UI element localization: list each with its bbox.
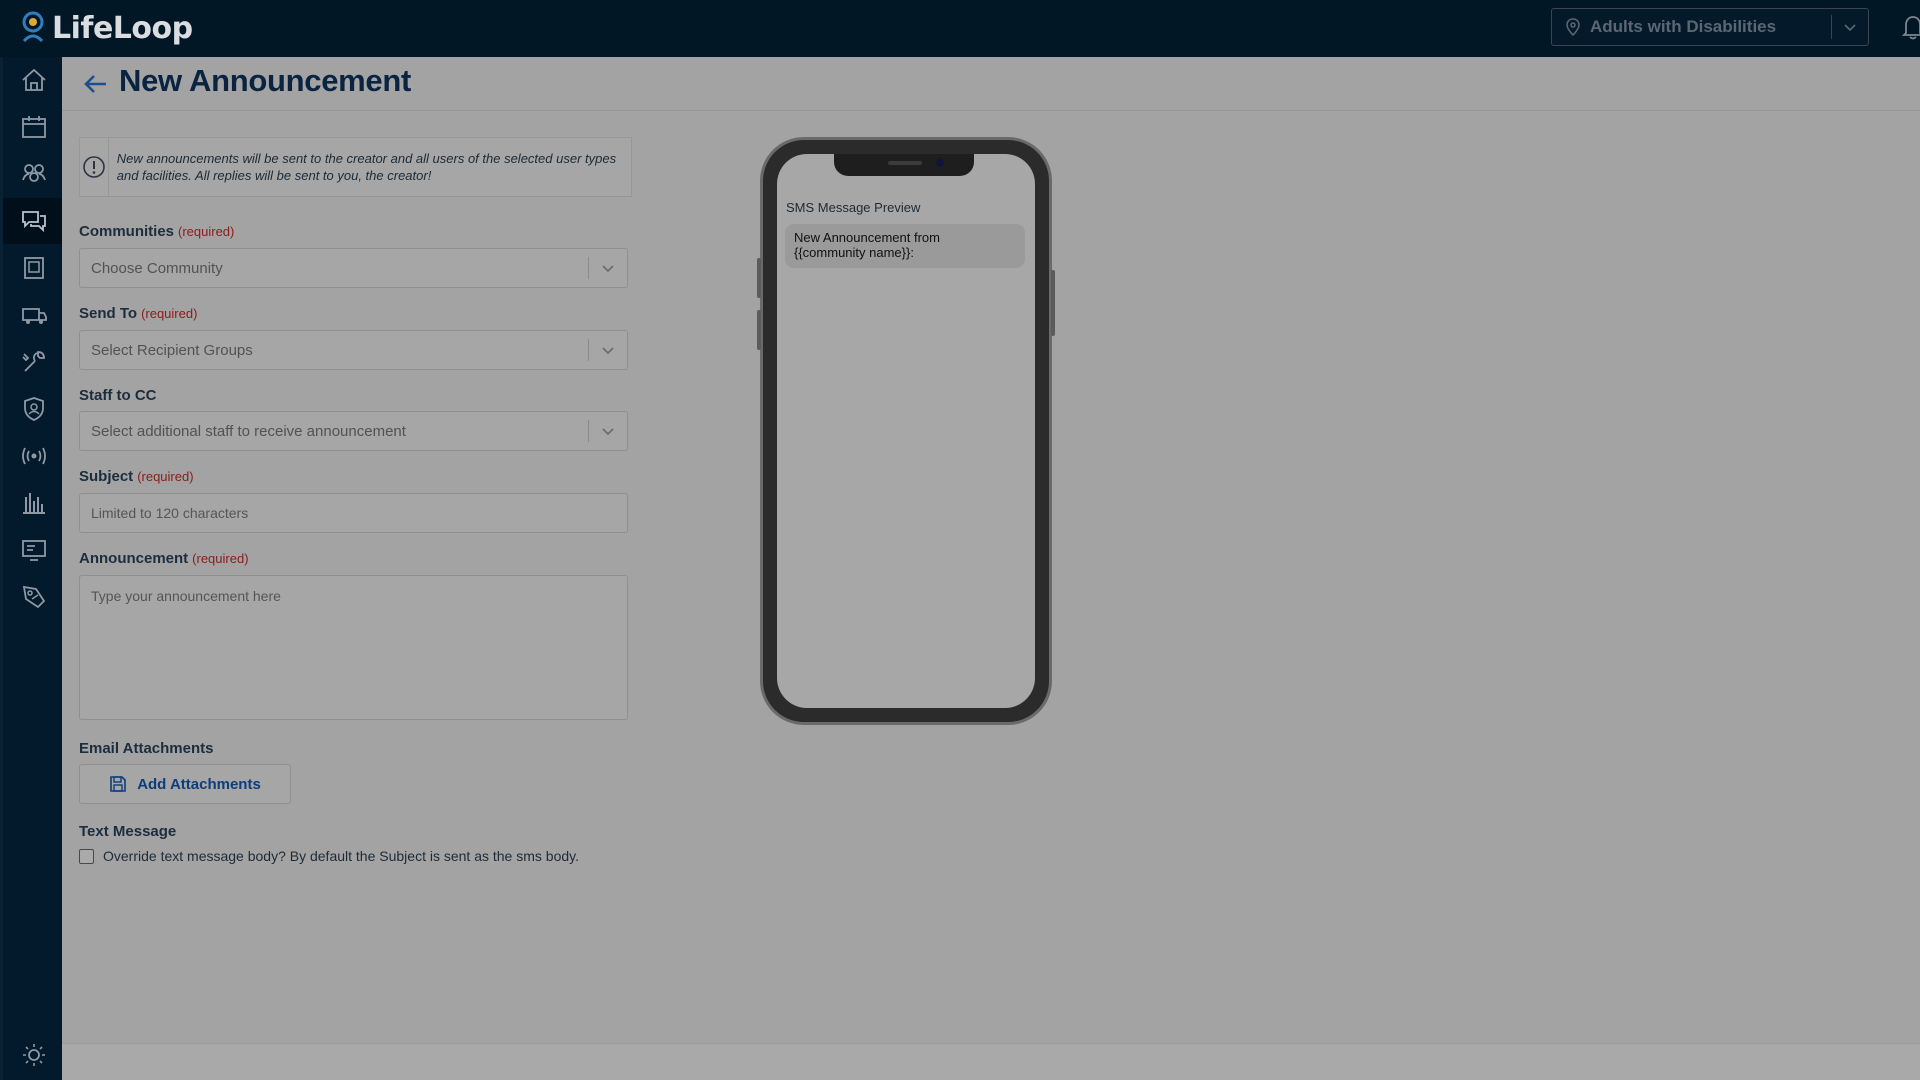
send-to-select[interactable]: Select Recipient Groups <box>79 330 628 370</box>
sidebar-item-marketing[interactable] <box>3 574 65 620</box>
info-notice-text: New announcements will be sent to the cr… <box>116 151 617 183</box>
staff-cc-label: Staff to CC <box>79 387 157 404</box>
sidebar-item-display[interactable] <box>3 527 65 573</box>
page-header: New Announcement <box>62 57 1920 111</box>
required-tag: (required) <box>141 306 198 321</box>
communities-label: Communities (required) <box>79 223 235 240</box>
display-icon <box>22 540 46 561</box>
override-sms-option[interactable]: Override text message body? By default t… <box>79 848 579 864</box>
transport-icon <box>22 308 47 324</box>
subject-input[interactable]: Limited to 120 characters <box>79 493 628 533</box>
sidebar-item-reports[interactable] <box>3 480 65 526</box>
communities-placeholder: Choose Community <box>91 259 223 277</box>
sidebar-item-facilities[interactable] <box>3 245 65 291</box>
sidebar-item-calendar[interactable] <box>3 104 65 150</box>
footer-bar <box>62 1043 1920 1080</box>
staff-cc-placeholder: Select additional staff to receive annou… <box>91 422 406 440</box>
subject-label: Subject (required) <box>79 468 194 485</box>
community-selector[interactable]: Adults with Disabilities <box>1551 8 1869 46</box>
sms-message-line1: New Announcement from <box>794 230 940 245</box>
override-sms-label: Override text message body? By default t… <box>103 848 579 864</box>
sms-message-line2: {{community name}}: <box>794 245 914 260</box>
back-arrow-icon[interactable] <box>81 69 111 99</box>
override-sms-checkbox[interactable] <box>79 848 94 864</box>
top-bar: LifeLoop Adults with Disabilities <box>0 0 1920 57</box>
info-notice: New announcements will be sent to the cr… <box>79 137 632 197</box>
info-alert-icon <box>83 156 105 178</box>
sidebar-item-maintenance[interactable] <box>3 339 65 385</box>
sms-message-bubble: New Announcement from {{community name}}… <box>785 224 1025 268</box>
sidebar-item-tips[interactable] <box>3 1032 65 1078</box>
community-selector-value: Adults with Disabilities <box>1590 17 1777 36</box>
logo-mark-icon <box>22 11 44 43</box>
maintenance-icon <box>22 351 45 372</box>
announcement-textarea[interactable]: Type your announcement here <box>79 575 628 720</box>
broadcast-icon <box>22 447 46 465</box>
announcement-label: Announcement (required) <box>79 550 249 567</box>
chevron-down-icon[interactable] <box>1832 9 1868 45</box>
sidebar-item-broadcast[interactable] <box>3 433 65 479</box>
sidebar-item-home[interactable] <box>3 57 65 103</box>
marketing-icon <box>22 585 46 609</box>
main-content: New Announcement New announcements will … <box>62 57 1920 1043</box>
sidebar <box>0 57 65 1080</box>
phone-screen: SMS Message Preview New Announcement fro… <box>777 154 1035 708</box>
messages-icon <box>22 211 46 233</box>
sms-preview-phone: SMS Message Preview New Announcement fro… <box>757 137 1055 725</box>
sidebar-item-messages[interactable] <box>3 198 65 244</box>
communities-select[interactable]: Choose Community <box>79 248 628 288</box>
page-title: New Announcement <box>119 63 412 98</box>
bell-icon[interactable] <box>1902 14 1920 40</box>
location-pin-icon <box>1566 18 1580 36</box>
chevron-down-icon[interactable] <box>589 261 627 275</box>
sidebar-item-residents[interactable] <box>3 151 65 197</box>
lightbulb-icon <box>23 1044 45 1066</box>
chevron-down-icon[interactable] <box>589 424 627 438</box>
add-attachments-label: Add Attachments <box>137 775 261 793</box>
required-tag: (required) <box>192 551 249 566</box>
email-attachments-label: Email Attachments <box>79 740 214 757</box>
save-file-icon <box>110 776 126 792</box>
building-icon <box>24 257 44 279</box>
residents-icon <box>22 164 46 182</box>
add-attachments-button[interactable]: Add Attachments <box>79 764 291 804</box>
required-tag: (required) <box>137 469 194 484</box>
text-message-label: Text Message <box>79 823 177 840</box>
send-to-label: Send To (required) <box>79 305 198 322</box>
sms-preview-title: SMS Message Preview <box>786 200 921 215</box>
chevron-down-icon[interactable] <box>589 343 627 357</box>
reports-icon <box>23 493 45 514</box>
security-icon <box>24 397 44 421</box>
sidebar-item-transportation[interactable] <box>3 292 65 338</box>
home-icon <box>22 68 46 91</box>
phone-notch <box>834 154 974 176</box>
send-to-placeholder: Select Recipient Groups <box>91 341 253 359</box>
brand-name: LifeLoop <box>52 10 193 46</box>
required-tag: (required) <box>178 224 235 239</box>
staff-cc-select[interactable]: Select additional staff to receive annou… <box>79 411 628 451</box>
lifeloop-logo[interactable]: LifeLoop <box>18 8 193 48</box>
calendar-icon <box>22 116 46 138</box>
sidebar-item-security[interactable] <box>3 386 65 432</box>
